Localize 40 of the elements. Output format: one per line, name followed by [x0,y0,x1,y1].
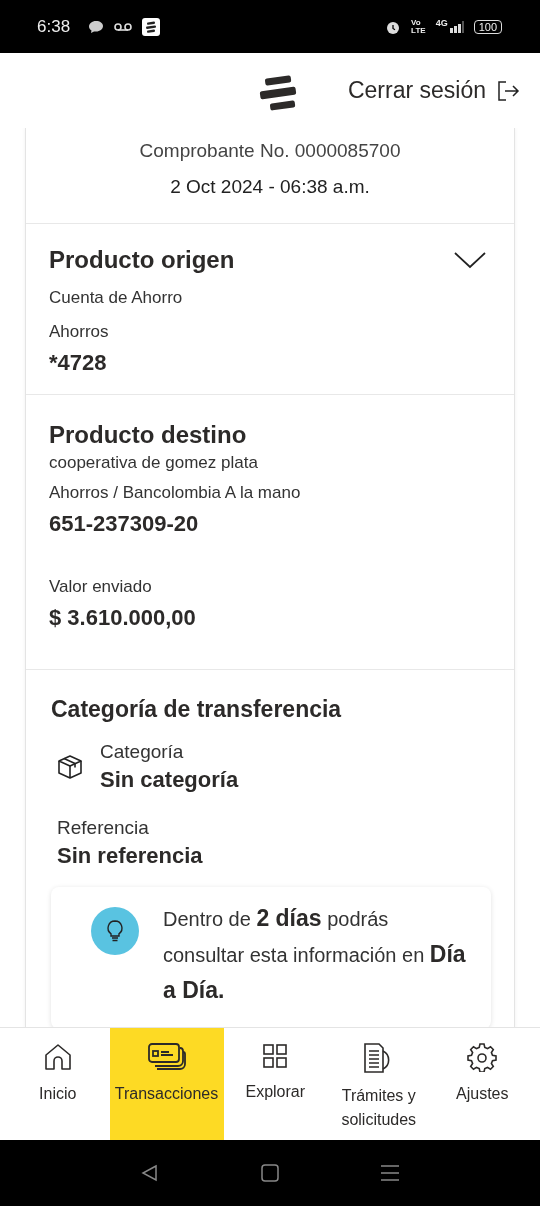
app-icon [142,17,161,36]
section-title: Producto origen [49,246,235,274]
box-icon [56,753,84,781]
battery-level: 100 [473,19,502,34]
tip-text: Dentro de 2 días podrás consultar esta información en Día a Día. [163,904,467,1005]
account-type: Cuenta de Ahorro [49,288,184,308]
section-title: Producto destino [49,421,248,449]
receipt-date: 2 Oct 2024 - 06:38 a.m. [169,175,371,199]
reference-label: Referencia [56,817,150,839]
category-label: Categoría [100,741,185,763]
receipt-number: Comprobante No. 0000085700 [138,139,402,163]
logout-icon [496,78,520,103]
bank-logo [257,74,298,113]
category-value: Sin categoría [100,767,239,793]
back-icon[interactable] [141,1164,159,1182]
account-type: Ahorros / Bancolombia A la mano [49,483,302,503]
signal-icon [449,20,464,33]
home-icon [42,1042,73,1072]
cards-icon [146,1042,187,1072]
menu-icon[interactable] [381,1165,399,1181]
network-type: 4G [435,17,448,28]
logout-button[interactable]: Cerrar sesión [347,77,520,104]
voicemail-icon [114,21,133,32]
chat-icon [88,19,105,34]
lightbulb-icon [91,907,139,955]
section-title: Categoría de transferencia [51,696,343,723]
destination-name: cooperativa de gomez plata [49,453,259,473]
home-button-icon[interactable] [261,1164,279,1182]
volte-indicator: Vo LTE [411,18,426,35]
settings-icon [467,1042,498,1072]
account-number: *4728 [49,350,108,376]
nav-tab[interactable]: Transacciones [109,1028,224,1140]
account-subtype: Ahorros [49,322,110,342]
chevron-icon[interactable] [453,251,487,269]
grid-icon [261,1042,290,1070]
status-time: 6:38 [37,16,71,37]
amount-label: Valor enviado [49,577,153,597]
account-number: 651-237309-20 [49,511,200,537]
amount-value: $ 3.610.000,00 [49,605,197,631]
reference-value: Sin referencia [56,843,204,869]
